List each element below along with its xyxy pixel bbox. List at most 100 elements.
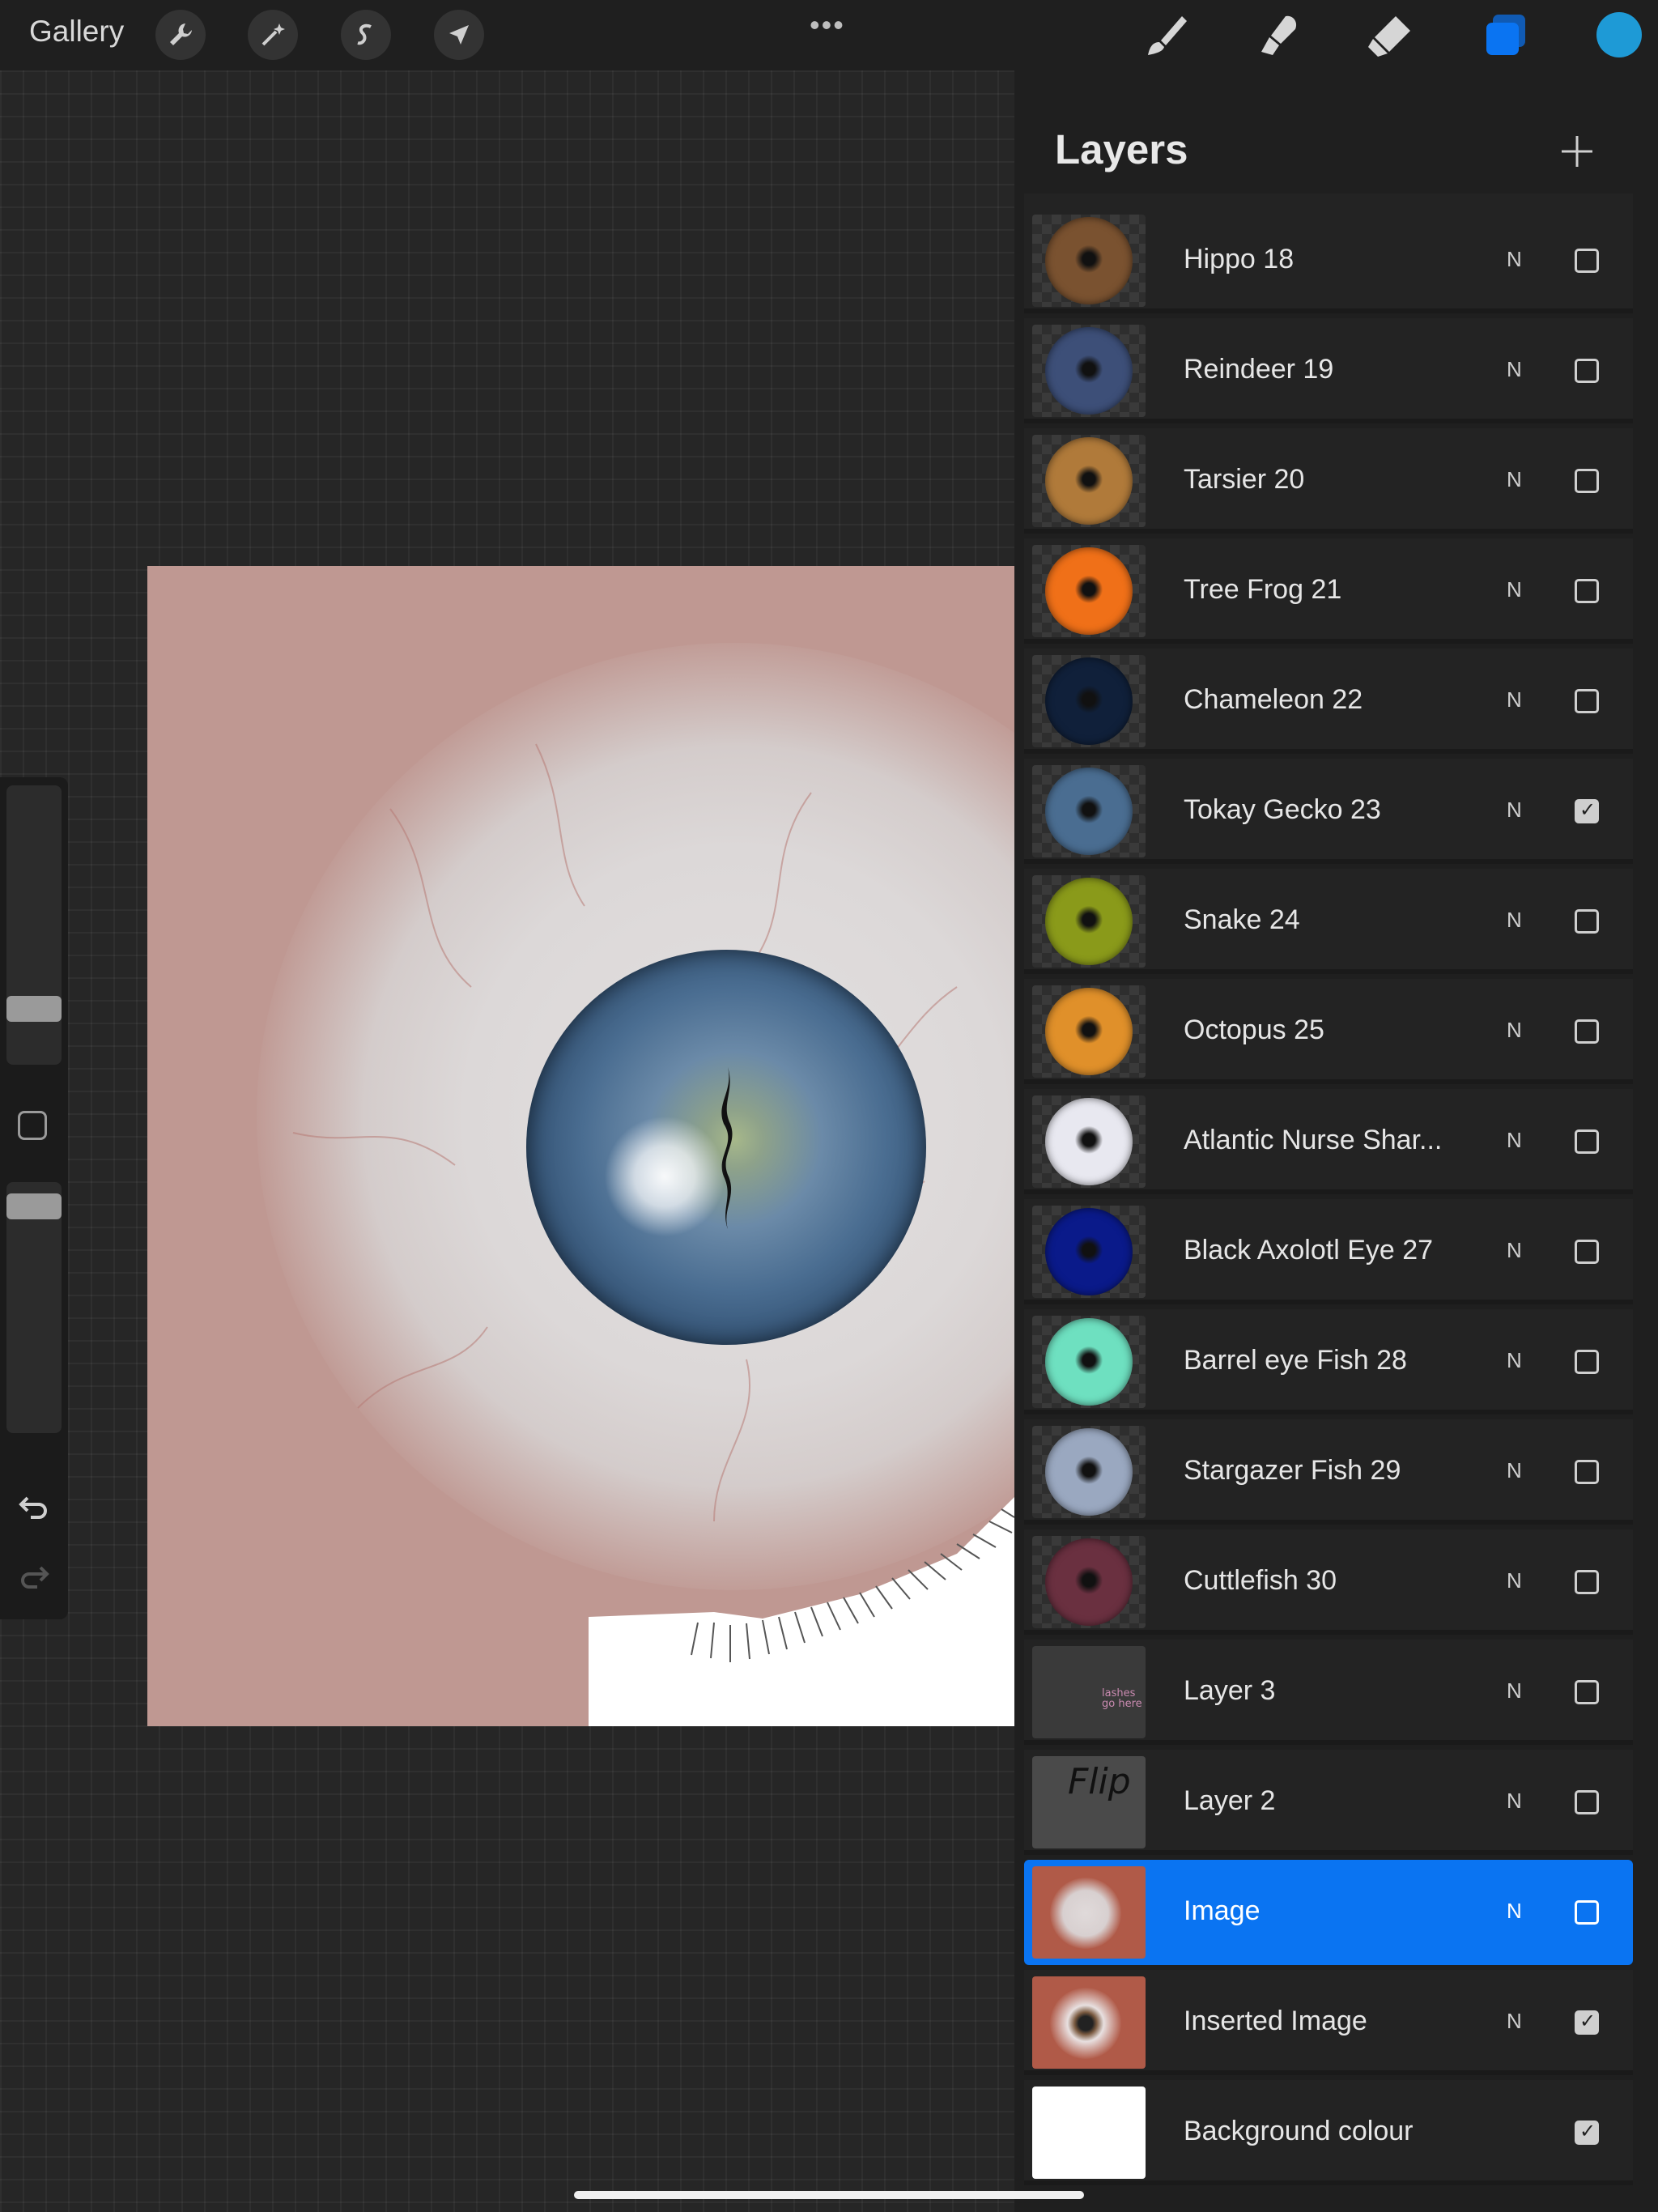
layer-visibility-checkbox[interactable] [1575, 579, 1599, 603]
layer-visibility-checkbox[interactable] [1575, 249, 1599, 273]
layer-visibility-checkbox[interactable] [1575, 2010, 1599, 2035]
top-toolbar: Gallery ••• [0, 0, 1658, 70]
layer-name: Layer 2 [1184, 1785, 1276, 1816]
layer-thumbnail[interactable] [1032, 1206, 1146, 1298]
home-indicator[interactable] [574, 2191, 1084, 2199]
layer-row[interactable]: Tokay Gecko 23 N [1024, 759, 1633, 864]
layer-visibility-checkbox[interactable] [1575, 1680, 1599, 1704]
layer-thumbnail[interactable] [1032, 1426, 1146, 1518]
opacity-slider[interactable] [6, 1182, 62, 1433]
layer-row[interactable]: Octopus 25 N [1024, 979, 1633, 1084]
layer-row[interactable]: Hippo 18 N [1024, 208, 1633, 313]
gallery-button[interactable]: Gallery [29, 15, 124, 49]
layer-row[interactable]: Snake 24 N [1024, 869, 1633, 974]
add-layer-button[interactable] [1557, 131, 1597, 172]
layer-row[interactable]: lashes go here Layer 3 N [1024, 1640, 1633, 1745]
layer-visibility-checkbox[interactable] [1575, 1570, 1599, 1594]
layer-row[interactable]: Tree Frog 21 N [1024, 538, 1633, 644]
layer-thumbnail[interactable] [1032, 655, 1146, 747]
blend-mode-button[interactable]: N [1507, 577, 1522, 602]
layer-visibility-checkbox[interactable] [1575, 1240, 1599, 1264]
layer-thumbnail[interactable] [1032, 1316, 1146, 1408]
layer-row[interactable]: Cuttlefish 30 N [1024, 1529, 1633, 1635]
layer-thumbnail[interactable] [1032, 875, 1146, 968]
layer-visibility-checkbox[interactable] [1575, 1129, 1599, 1154]
blend-mode-button[interactable]: N [1507, 687, 1522, 713]
wrench-icon[interactable] [155, 10, 206, 60]
layer-thumbnail[interactable] [1032, 1095, 1146, 1188]
layer-visibility-checkbox[interactable] [1575, 2120, 1599, 2145]
layer-row[interactable]: Flip Layer 2 N [1024, 1750, 1633, 1855]
layer-row[interactable]: Reindeer 19 N [1024, 318, 1633, 423]
more-options-button[interactable]: ••• [810, 8, 845, 42]
layer-row[interactable]: Inserted Image N [1024, 1970, 1633, 2075]
transform-icon[interactable] [434, 10, 484, 60]
layer-row[interactable]: Black Axolotl Eye 27 N [1024, 1199, 1633, 1304]
layer-row[interactable]: Tarsier 20 N [1024, 428, 1633, 534]
layers-icon[interactable] [1482, 11, 1532, 62]
layer-thumbnail-eye [1050, 1878, 1121, 1949]
blend-mode-button[interactable]: N [1507, 357, 1522, 382]
layer-thumbnail[interactable]: lashes go here [1032, 1646, 1146, 1738]
layer-thumbnail[interactable]: Flip [1032, 1756, 1146, 1848]
layer-row[interactable]: Background colour [1024, 2080, 1633, 2185]
layer-visibility-checkbox[interactable] [1575, 1900, 1599, 1925]
layer-row[interactable]: Chameleon 22 N [1024, 649, 1633, 754]
blend-mode-button[interactable]: N [1507, 908, 1522, 933]
layer-visibility-checkbox[interactable] [1575, 1790, 1599, 1814]
opacity-thumb[interactable] [6, 1193, 62, 1219]
blend-mode-button[interactable]: N [1507, 1458, 1522, 1483]
layer-name: Octopus 25 [1184, 1015, 1324, 1045]
layer-row[interactable]: Stargazer Fish 29 N [1024, 1419, 1633, 1525]
layer-visibility-checkbox[interactable] [1575, 469, 1599, 493]
redo-icon[interactable] [16, 1559, 52, 1595]
blend-mode-button[interactable]: N [1507, 2009, 1522, 2034]
blend-mode-button[interactable]: N [1507, 1018, 1522, 1043]
eraser-icon[interactable] [1365, 11, 1414, 60]
artwork-canvas[interactable] [147, 566, 1014, 1726]
layer-thumbnail[interactable] [1032, 215, 1146, 307]
brush-size-slider[interactable] [6, 785, 62, 1065]
blend-mode-button[interactable]: N [1507, 1348, 1522, 1373]
layer-name: Tarsier 20 [1184, 464, 1305, 495]
layer-row[interactable]: Image N [1024, 1860, 1633, 1965]
layer-visibility-checkbox[interactable] [1575, 909, 1599, 934]
layers-panel-title: Layers [1055, 126, 1188, 172]
selection-icon[interactable] [341, 10, 391, 60]
layer-thumbnail-sketch-text: lashes go here [1102, 1687, 1142, 1710]
modify-button[interactable] [18, 1111, 47, 1140]
layer-thumbnail[interactable] [1032, 1866, 1146, 1959]
blend-mode-button[interactable]: N [1507, 1128, 1522, 1153]
layer-thumbnail[interactable] [1032, 765, 1146, 857]
layer-thumbnail[interactable] [1032, 2087, 1146, 2179]
layer-thumbnail[interactable] [1032, 435, 1146, 527]
layer-thumbnail[interactable] [1032, 1976, 1146, 2069]
layer-visibility-checkbox[interactable] [1575, 1350, 1599, 1374]
layer-visibility-checkbox[interactable] [1575, 798, 1599, 823]
layer-thumbnail[interactable] [1032, 325, 1146, 417]
blend-mode-button[interactable]: N [1507, 1568, 1522, 1593]
brush-icon[interactable] [1141, 11, 1190, 60]
blend-mode-button[interactable]: N [1507, 1678, 1522, 1704]
undo-icon[interactable] [16, 1490, 52, 1525]
blend-mode-button[interactable]: N [1507, 247, 1522, 272]
blend-mode-button[interactable]: N [1507, 1789, 1522, 1814]
layer-row[interactable]: Barrel eye Fish 28 N [1024, 1309, 1633, 1414]
blend-mode-button[interactable]: N [1507, 1238, 1522, 1263]
smudge-icon[interactable] [1253, 11, 1302, 60]
layer-row[interactable]: Atlantic Nurse Shar... N [1024, 1089, 1633, 1194]
layer-visibility-checkbox[interactable] [1575, 1019, 1599, 1044]
blend-mode-button[interactable]: N [1507, 1899, 1522, 1924]
blend-mode-button[interactable]: N [1507, 467, 1522, 492]
layer-thumbnail[interactable] [1032, 1536, 1146, 1628]
color-picker-button[interactable] [1596, 12, 1642, 57]
layer-visibility-checkbox[interactable] [1575, 359, 1599, 383]
layer-visibility-checkbox[interactable] [1575, 689, 1599, 713]
layer-name: Cuttlefish 30 [1184, 1565, 1337, 1596]
magic-wand-icon[interactable] [248, 10, 298, 60]
layer-visibility-checkbox[interactable] [1575, 1460, 1599, 1484]
brush-size-thumb[interactable] [6, 996, 62, 1022]
layer-thumbnail[interactable] [1032, 545, 1146, 637]
blend-mode-button[interactable]: N [1507, 798, 1522, 823]
layer-thumbnail[interactable] [1032, 985, 1146, 1078]
